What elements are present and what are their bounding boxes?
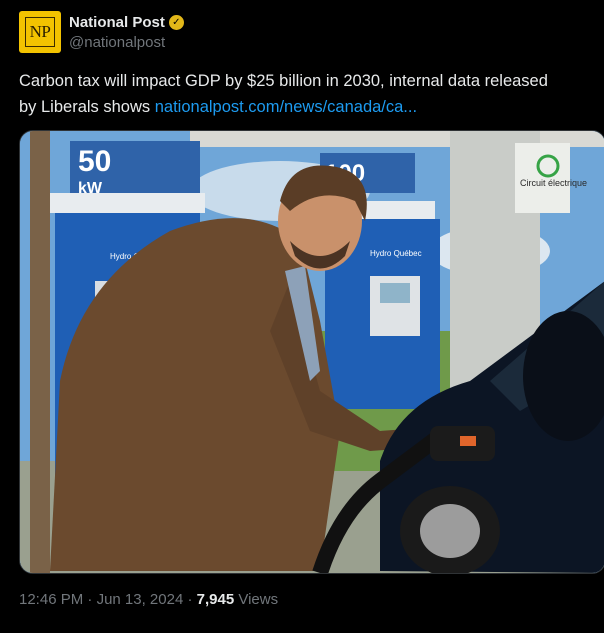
tweet-time[interactable]: 12:46 PM [19, 591, 83, 608]
verified-badge-icon[interactable]: ✓ [168, 15, 184, 30]
display-name-row[interactable]: National Post ✓ [69, 14, 184, 31]
photo-scene: Circuit électrique 50 kW Hydro Québec 10… [20, 131, 604, 573]
tweet-text: Carbon tax will impact GDP by $25 billio… [19, 68, 604, 120]
avatar[interactable]: NP [19, 11, 61, 53]
tweet-meta: 12:46 PM · Jun 13, 2024 · 7,945 Views [19, 591, 278, 608]
circuit-sign-text: Circuit électrique [520, 178, 587, 188]
handle[interactable]: @nationalpost [69, 34, 184, 51]
display-name[interactable]: National Post [69, 14, 165, 31]
author-names: National Post ✓ @nationalpost [69, 14, 184, 51]
sign-50-number: 50 [78, 145, 111, 178]
tweet-text-line2-prefix: by Liberals shows [19, 98, 155, 116]
meta-separator: · [83, 591, 97, 608]
tweet-link[interactable]: nationalpost.com/news/canada/ca... [155, 98, 417, 116]
meta-separator-2: · [183, 591, 197, 608]
views-label: Views [234, 591, 279, 608]
avatar-logo: NP [25, 17, 55, 47]
tweet-text-line2: by Liberals shows nationalpost.com/news/… [19, 94, 604, 120]
tweet-date[interactable]: Jun 13, 2024 [97, 591, 184, 608]
views-count: 7,945 [196, 591, 235, 608]
right-charger-brand: Hydro Québec [370, 249, 422, 258]
tweet-text-line1: Carbon tax will impact GDP by $25 billio… [19, 72, 548, 90]
tweet-photo[interactable]: Circuit électrique 50 kW Hydro Québec 10… [19, 130, 604, 574]
tweet-header: NP National Post ✓ @nationalpost [19, 11, 589, 55]
